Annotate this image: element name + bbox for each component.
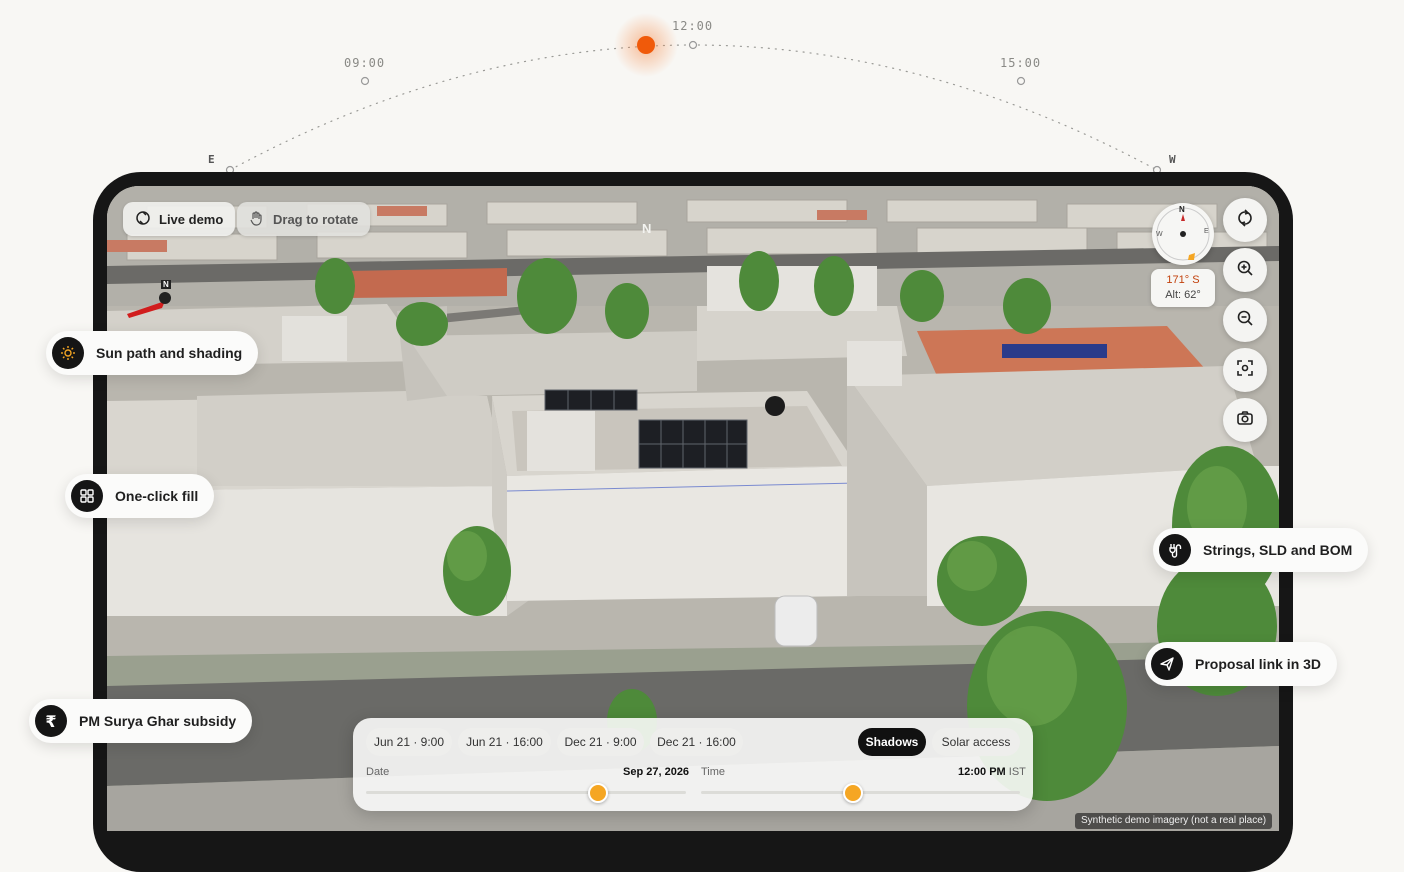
sun-icon xyxy=(52,337,84,369)
drag-rotate-chip: Drag to rotate xyxy=(237,202,371,236)
feature-strings-sld-bom: Strings, SLD and BOM xyxy=(1153,528,1369,572)
send-icon xyxy=(1151,648,1183,680)
date-value: Sep 27, 2026 xyxy=(623,766,690,778)
feature-one-click-fill-label: One-click fill xyxy=(115,488,199,504)
sun-azimuth: 171° S xyxy=(1166,274,1200,286)
orbit-icon xyxy=(135,210,151,229)
focus-icon xyxy=(1236,359,1254,382)
time-label-1500: 15:00 xyxy=(1000,56,1042,70)
screenshot-button[interactable] xyxy=(1223,398,1267,442)
feature-one-click-fill: One-click fill xyxy=(65,474,215,518)
feature-subsidy-label: PM Surya Ghar subsidy xyxy=(79,713,237,729)
feature-proposal-label: Proposal link in 3D xyxy=(1195,656,1322,672)
sun-study-panel: Jun 21 · 9:00 Jun 21 · 16:00 Dec 21 · 9:… xyxy=(353,718,1033,811)
time-zone: IST xyxy=(1008,766,1026,778)
live-demo-label: Live demo xyxy=(159,211,224,227)
zoom-out-button[interactable] xyxy=(1223,298,1267,342)
time-value-wrap: 12:00 PM IST xyxy=(958,766,1026,778)
feature-subsidy: ₹ PM Surya Ghar subsidy xyxy=(29,699,253,743)
feature-sun-path: Sun path and shading xyxy=(46,331,259,375)
compass-north: N xyxy=(1179,205,1185,214)
grid-icon xyxy=(71,480,103,512)
preset-dec21-1600[interactable]: Dec 21 · 16:00 xyxy=(650,728,743,756)
orbit-button[interactable] xyxy=(1223,198,1267,242)
time-slider-thumb[interactable] xyxy=(843,783,863,803)
scene-north-arrow-label: N xyxy=(161,280,171,289)
time-label-0900: 09:00 xyxy=(344,56,386,70)
preset-jun21-1600[interactable]: Jun 21 · 16:00 xyxy=(458,728,551,756)
date-slider-track[interactable] xyxy=(366,791,686,794)
focus-button[interactable] xyxy=(1223,348,1267,392)
plug-icon xyxy=(1159,534,1191,566)
sun-altitude: Alt: 62° xyxy=(1165,289,1201,301)
mode-shadows-button[interactable]: Shadows xyxy=(858,728,926,756)
feature-sun-path-label: Sun path and shading xyxy=(96,345,243,361)
zoom-in-icon xyxy=(1236,259,1254,282)
time-label-1200: 12:00 xyxy=(672,19,714,33)
feature-strings-label: Strings, SLD and BOM xyxy=(1203,542,1353,558)
rupee-icon: ₹ xyxy=(35,705,67,737)
scene-north-label: N xyxy=(642,221,652,236)
mode-solar-access-button[interactable]: Solar access xyxy=(932,728,1020,756)
compass-east: E xyxy=(1204,228,1209,235)
synthetic-imagery-disclaimer: Synthetic demo imagery (not a real place… xyxy=(1075,813,1273,829)
orbit-icon xyxy=(1236,208,1254,232)
preset-dec21-0900[interactable]: Dec 21 · 9:00 xyxy=(557,728,644,756)
sun-marker xyxy=(637,36,655,54)
date-label: Date xyxy=(366,766,390,778)
live-demo-chip[interactable]: Live demo xyxy=(123,202,236,236)
camera-icon xyxy=(1236,409,1254,432)
direction-east: E xyxy=(208,153,215,166)
time-value: 12:00 PM xyxy=(958,766,1006,778)
compass-widget[interactable]: N E W xyxy=(1152,203,1214,265)
zoom-out-icon xyxy=(1236,309,1254,332)
time-label: Time xyxy=(701,766,726,778)
sun-path-arc: 09:00 12:00 15:00 E W xyxy=(0,0,1404,180)
hand-icon xyxy=(249,210,265,229)
preset-jun21-0900[interactable]: Jun 21 · 9:00 xyxy=(366,728,452,756)
sun-heading-readout: 171° S Alt: 62° xyxy=(1151,269,1215,307)
direction-west: W xyxy=(1169,153,1176,166)
drag-rotate-label: Drag to rotate xyxy=(273,211,359,227)
date-slider-thumb[interactable] xyxy=(588,783,608,803)
zoom-in-button[interactable] xyxy=(1223,248,1267,292)
feature-proposal-link: Proposal link in 3D xyxy=(1145,642,1338,686)
compass-west: W xyxy=(1156,231,1163,238)
